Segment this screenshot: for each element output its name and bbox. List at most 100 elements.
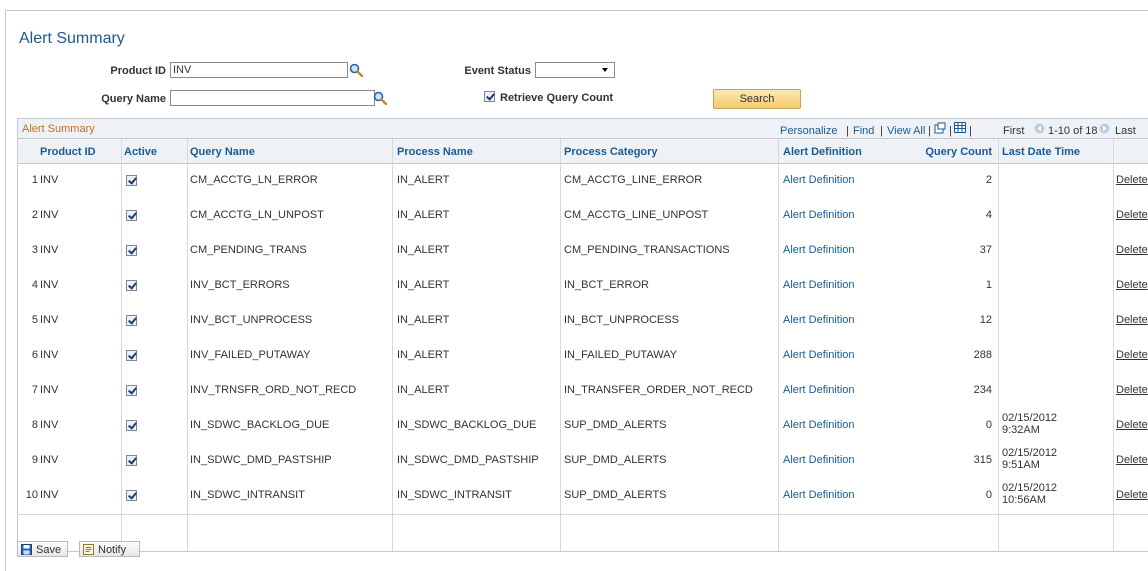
product-id-cell: INV <box>40 244 59 256</box>
active-checkbox[interactable] <box>126 245 137 256</box>
process-name-cell: IN_ALERT <box>397 174 450 186</box>
notify-button[interactable]: Notify <box>79 541 140 557</box>
query-count-cell: 234 <box>973 384 992 396</box>
query-count-cell: 12 <box>979 314 992 326</box>
column-divider <box>392 139 393 551</box>
process-category-cell: SUP_DMD_ALERTS <box>564 489 667 501</box>
active-checkbox[interactable] <box>126 455 137 466</box>
separator: | <box>928 125 931 137</box>
query-name-input[interactable] <box>170 90 375 106</box>
delete-link[interactable]: Delete <box>1116 279 1148 291</box>
column-header-alert-definition[interactable]: Alert Definition <box>783 146 862 158</box>
query-name-lookup-icon[interactable] <box>373 91 387 105</box>
retrieve-query-count-checkbox[interactable] <box>484 91 495 102</box>
separator: | <box>880 125 883 137</box>
personalize-link[interactable]: Personalize <box>780 125 837 137</box>
row-number: 4 <box>31 279 38 291</box>
alert-definition-link[interactable]: Alert Definition <box>783 489 855 501</box>
process-category-cell: IN_BCT_ERROR <box>564 279 649 291</box>
row-number: 3 <box>31 244 38 256</box>
alert-definition-link[interactable]: Alert Definition <box>783 279 855 291</box>
last-date-time-cell: 02/15/2012 9:32AM <box>1002 412 1057 436</box>
process-category-cell: SUP_DMD_ALERTS <box>564 454 667 466</box>
alert-definition-link[interactable]: Alert Definition <box>783 174 855 186</box>
last-date-time-cell: 02/15/2012 10:56AM <box>1002 482 1057 506</box>
query-count-cell: 288 <box>973 349 992 361</box>
next-icon[interactable] <box>1099 123 1110 134</box>
process-name-cell: IN_SDWC_INTRANSIT <box>397 489 512 501</box>
delete-link[interactable]: Delete <box>1116 419 1148 431</box>
product-id-cell: INV <box>40 349 59 361</box>
process-category-cell: IN_BCT_UNPROCESS <box>564 314 679 326</box>
query-name-cell: CM_PENDING_TRANS <box>190 244 307 256</box>
column-header-query-name[interactable]: Query Name <box>190 146 255 158</box>
retrieve-query-count-label: Retrieve Query Count <box>500 92 614 104</box>
column-header-process-name[interactable]: Process Name <box>397 146 473 158</box>
process-name-cell: IN_ALERT <box>397 209 450 221</box>
process-name-cell: IN_ALERT <box>397 244 450 256</box>
active-checkbox[interactable] <box>126 420 137 431</box>
delete-link[interactable]: Delete <box>1116 314 1148 326</box>
query-name-cell: INV_BCT_ERRORS <box>190 279 290 291</box>
alert-definition-link[interactable]: Alert Definition <box>783 349 855 361</box>
delete-link[interactable]: Delete <box>1116 209 1148 221</box>
column-divider <box>778 139 779 551</box>
column-divider <box>998 139 999 551</box>
delete-link[interactable]: Delete <box>1116 349 1148 361</box>
active-checkbox[interactable] <box>126 315 137 326</box>
grid-title: Alert Summary <box>22 123 95 135</box>
delete-link[interactable]: Delete <box>1116 489 1148 501</box>
active-checkbox[interactable] <box>126 210 137 221</box>
row-number: 8 <box>31 419 38 431</box>
alert-definition-link[interactable]: Alert Definition <box>783 419 855 431</box>
previous-icon[interactable] <box>1034 123 1045 134</box>
column-header-process-category[interactable]: Process Category <box>564 146 658 158</box>
delete-link[interactable]: Delete <box>1116 384 1148 396</box>
active-checkbox[interactable] <box>126 175 137 186</box>
last-label: Last <box>1115 125 1136 137</box>
column-header-active[interactable]: Active <box>124 146 157 158</box>
query-name-cell: CM_ACCTG_LN_ERROR <box>190 174 318 186</box>
active-checkbox[interactable] <box>126 385 137 396</box>
delete-link[interactable]: Delete <box>1116 174 1148 186</box>
alert-definition-link[interactable]: Alert Definition <box>783 314 855 326</box>
last-date: 02/15/2012 <box>1002 482 1058 494</box>
event-status-select[interactable] <box>535 62 615 78</box>
query-count-cell: 4 <box>985 209 992 221</box>
alert-definition-link[interactable]: Alert Definition <box>783 244 855 256</box>
column-header-last-date-time[interactable]: Last Date Time <box>1002 146 1080 158</box>
download-grid-icon[interactable] <box>954 122 966 133</box>
column-divider <box>560 139 561 551</box>
query-count-cell: 37 <box>979 244 992 256</box>
alert-definition-link[interactable]: Alert Definition <box>783 209 855 221</box>
query-name-cell: CM_ACCTG_LN_UNPOST <box>190 209 324 221</box>
event-status-label: Event Status <box>464 65 531 77</box>
active-checkbox[interactable] <box>126 280 137 291</box>
new-window-icon[interactable] <box>934 122 946 134</box>
active-checkbox[interactable] <box>126 490 137 501</box>
delete-link[interactable]: Delete <box>1116 454 1148 466</box>
alert-definition-link[interactable]: Alert Definition <box>783 454 855 466</box>
column-header-query-count[interactable]: Query Count <box>925 146 992 158</box>
product-id-cell: INV <box>40 279 59 291</box>
query-name-cell: INV_TRNSFR_ORD_NOT_RECD <box>190 384 357 396</box>
query-count-cell: 2 <box>985 174 992 186</box>
first-label: First <box>1003 125 1025 137</box>
save-button[interactable]: Save <box>17 541 68 557</box>
process-name-cell: IN_SDWC_BACKLOG_DUE <box>397 419 537 431</box>
product-id-lookup-icon[interactable] <box>349 63 363 77</box>
view-all-link[interactable]: View All <box>887 125 925 137</box>
active-checkbox[interactable] <box>126 350 137 361</box>
product-id-cell: INV <box>40 384 59 396</box>
column-header-product-id[interactable]: Product ID <box>40 146 96 158</box>
search-button[interactable]: Search <box>713 89 801 109</box>
alert-definition-link[interactable]: Alert Definition <box>783 384 855 396</box>
last-time: 9:51AM <box>1002 459 1040 471</box>
query-name-label: Query Name <box>101 93 166 105</box>
chevron-down-icon <box>602 68 608 72</box>
product-id-input[interactable]: INV <box>170 62 348 78</box>
row-number: 2 <box>31 209 38 221</box>
row-number: 1 <box>31 174 38 186</box>
find-link[interactable]: Find <box>853 125 874 137</box>
delete-link[interactable]: Delete <box>1116 244 1148 256</box>
